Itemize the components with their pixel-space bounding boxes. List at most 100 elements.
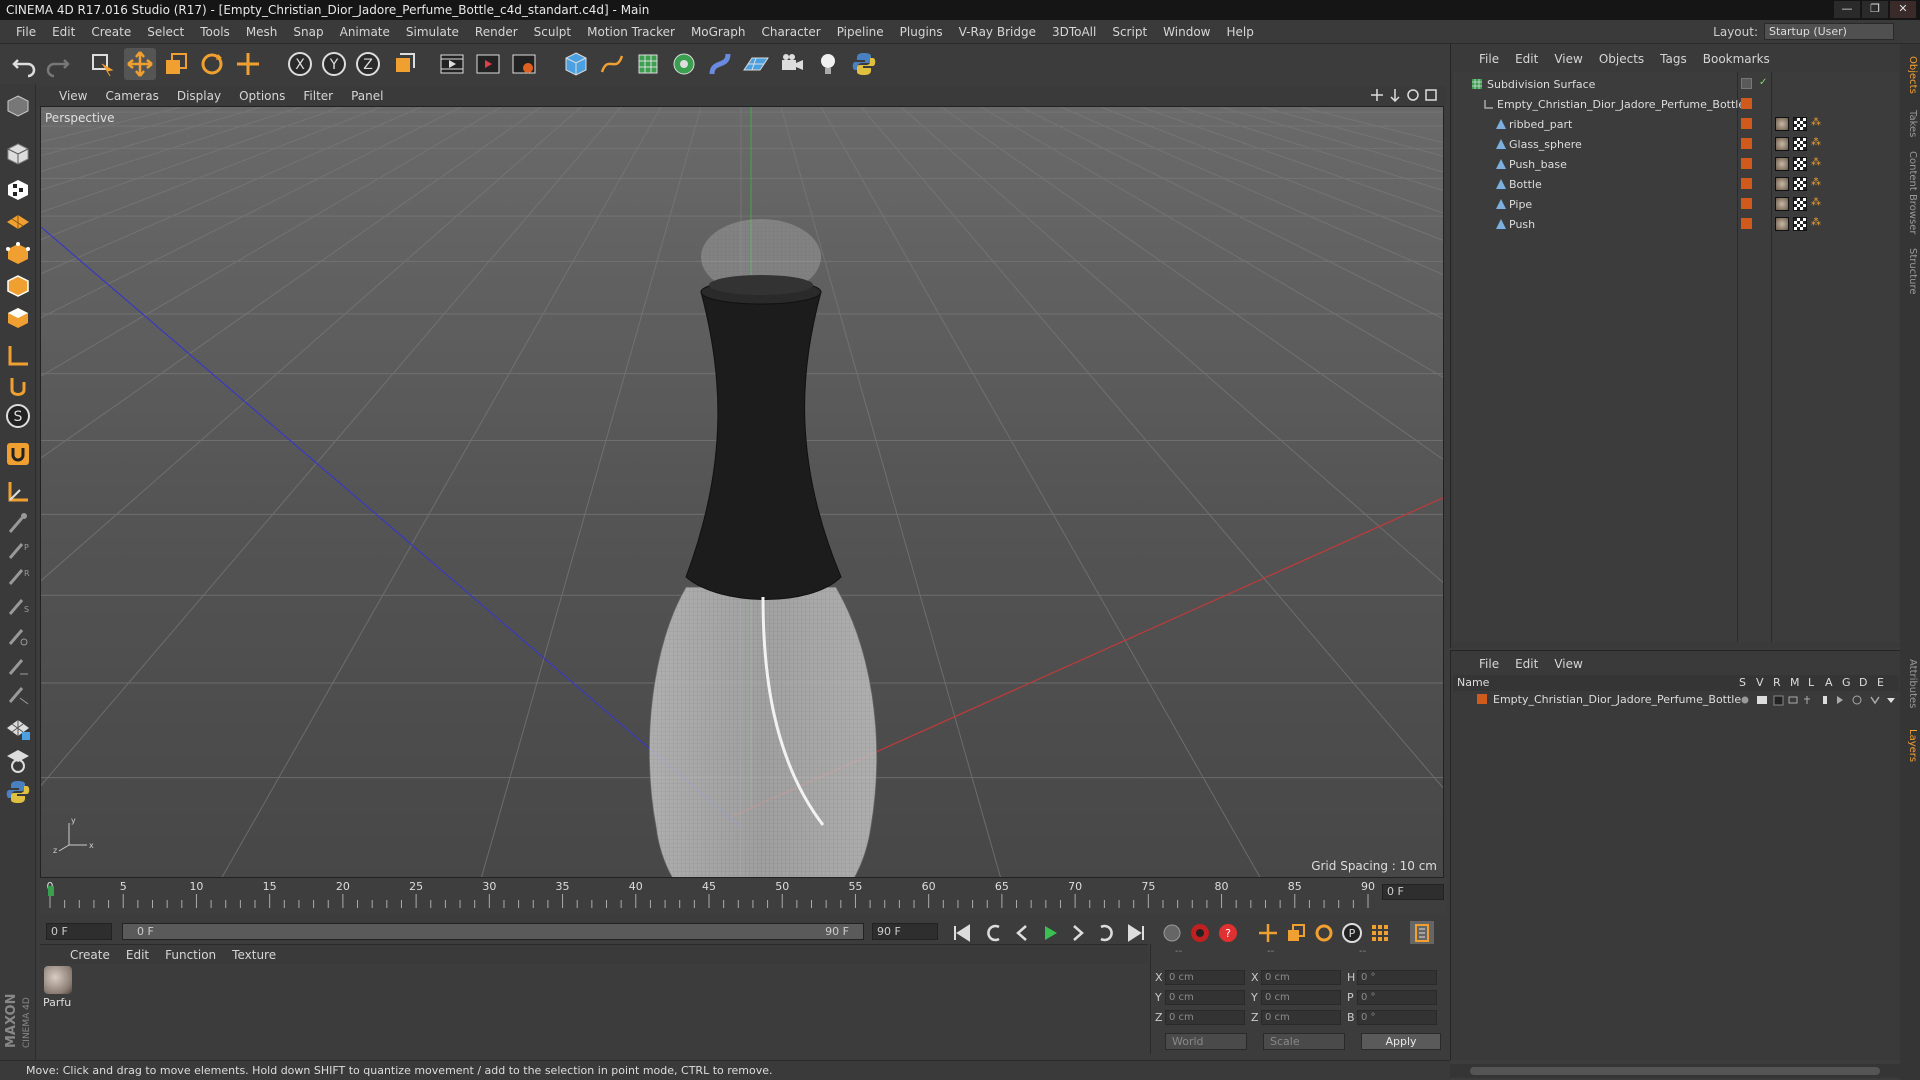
object-name[interactable]: Bottle [1509, 178, 1542, 191]
menu-tools[interactable]: Tools [192, 25, 238, 39]
close-button[interactable]: ✕ [1890, 1, 1916, 18]
render-view-icon[interactable] [436, 48, 468, 80]
layer-swatch[interactable] [1741, 98, 1752, 109]
object-menu-file[interactable]: File [1471, 52, 1507, 66]
polygons-mode-icon[interactable] [2, 302, 34, 334]
uvw-tag-icon[interactable] [1793, 137, 1807, 151]
menu-simulate[interactable]: Simulate [398, 25, 467, 39]
spline-pen-icon[interactable] [596, 48, 628, 80]
material-menu-create[interactable]: Create [62, 948, 118, 962]
uvw-tag-icon[interactable] [1793, 197, 1807, 211]
floor-environment-icon[interactable] [740, 48, 772, 80]
inflate-brush-icon[interactable] [2, 620, 34, 652]
material-menu-texture[interactable]: Texture [224, 948, 284, 962]
object-name[interactable]: ribbed_part [1509, 118, 1572, 131]
object-row-push[interactable]: Push ⁂ [1453, 214, 1899, 234]
pan-view-icon[interactable] [1370, 88, 1384, 102]
object-menu-bookmarks[interactable]: Bookmarks [1695, 52, 1778, 66]
size-z-field[interactable]: 0 cm [1261, 1009, 1341, 1025]
layer-swatch[interactable] [1741, 158, 1752, 169]
end-frame-field[interactable]: 90 F [872, 923, 938, 940]
layer-name[interactable]: Empty_Christian_Dior_Jadore_Perfume_Bott… [1493, 693, 1741, 706]
viewport-camera-label[interactable]: Perspective [45, 111, 115, 125]
current-frame-field[interactable]: 0 F [1382, 884, 1444, 900]
autokeying-icon[interactable] [1188, 921, 1212, 945]
magnet-icon[interactable] [2, 438, 34, 470]
layer-swatch[interactable] [1741, 118, 1752, 129]
object-name[interactable]: Push [1509, 218, 1535, 231]
material-menu-edit[interactable]: Edit [118, 948, 157, 962]
size-x-field[interactable]: 0 cm [1261, 969, 1341, 985]
object-row-subdivision-surface[interactable]: Subdivision Surface ✓ [1453, 74, 1899, 94]
grid-snap-icon[interactable] [2, 712, 34, 744]
layer-menu-edit[interactable]: Edit [1507, 657, 1546, 671]
rotation-b-field[interactable]: 0 ° [1357, 1009, 1437, 1025]
uvw-tag-icon[interactable] [1793, 177, 1807, 191]
render-to-picture-viewer-icon[interactable] [472, 48, 504, 80]
viewport-menu-cameras[interactable]: Cameras [96, 89, 167, 103]
object-row-ribbed-part[interactable]: ribbed_part ⁂ [1453, 114, 1899, 134]
menu-snap[interactable]: Snap [285, 25, 331, 39]
workplane-mode-icon[interactable] [2, 204, 34, 236]
axis-mode-icon[interactable] [2, 340, 34, 372]
size-y-field[interactable]: 0 cm [1261, 989, 1341, 1005]
object-menu-tags[interactable]: Tags [1652, 52, 1695, 66]
play-forward-icon[interactable] [1038, 921, 1062, 945]
object-row-bottle[interactable]: Bottle ⁂ [1453, 174, 1899, 194]
tab-layers[interactable]: Layers [1902, 724, 1918, 768]
object-row-glass-sphere[interactable]: Glass_sphere ⁂ [1453, 134, 1899, 154]
model-mode-icon[interactable] [2, 138, 34, 170]
make-editable-icon[interactable] [2, 90, 34, 122]
grab-brush-icon[interactable]: R [2, 560, 34, 592]
tab-structure[interactable]: Structure [1902, 244, 1918, 298]
maximize-button[interactable]: ❐ [1862, 1, 1888, 18]
menu-edit[interactable]: Edit [44, 25, 83, 39]
rotation-p-field[interactable]: 0 ° [1357, 989, 1437, 1005]
phong-tag-icon[interactable]: ⁂ [1811, 217, 1825, 231]
object-menu-view[interactable]: View [1546, 52, 1590, 66]
subdivision-surface-icon[interactable] [632, 48, 664, 80]
viewport-menu-panel[interactable]: Panel [342, 89, 392, 103]
menu-plugins[interactable]: Plugins [892, 25, 951, 39]
relax-brush-icon[interactable] [2, 678, 34, 710]
material-tag-icon[interactable] [1775, 117, 1789, 131]
dolly-view-icon[interactable] [1388, 88, 1402, 103]
size-mode-dropdown[interactable]: Scale [1263, 1033, 1345, 1050]
frame-range-slider[interactable]: 0 F 90 F [122, 923, 864, 940]
phong-tag-icon[interactable]: ⁂ [1811, 157, 1825, 171]
array-generator-icon[interactable] [668, 48, 700, 80]
material-tag-icon[interactable] [1775, 157, 1789, 171]
viewport-menu-filter[interactable]: Filter [294, 89, 342, 103]
phong-tag-icon[interactable]: ⁂ [1811, 197, 1825, 211]
camera-icon[interactable] [776, 48, 808, 80]
tab-content-browser[interactable]: Content Browser [1902, 148, 1918, 238]
menu-mesh[interactable]: Mesh [238, 25, 286, 39]
menu-window[interactable]: Window [1155, 25, 1218, 39]
layer-flag-icons[interactable] [1737, 693, 1897, 707]
viewport-menu-display[interactable]: Display [168, 89, 230, 103]
light-icon[interactable] [812, 48, 844, 80]
timeline-ruler[interactable]: 051015202530354045505560657075808590 0 F [40, 878, 1446, 914]
material-name-label[interactable]: Parfu [43, 996, 71, 1009]
menu-render[interactable]: Render [467, 25, 526, 39]
layout-dropdown[interactable]: Startup (User) [1764, 23, 1894, 40]
undo-icon[interactable] [8, 48, 40, 80]
layer-color-swatch[interactable] [1477, 694, 1487, 704]
scale-key-icon[interactable] [1284, 921, 1308, 945]
tab-takes[interactable]: Takes [1902, 106, 1918, 142]
object-name[interactable]: Glass_sphere [1509, 138, 1582, 151]
coordinate-mode-dropdown[interactable]: World [1165, 1033, 1247, 1050]
material-menu-function[interactable]: Function [157, 948, 224, 962]
rotation-key-icon[interactable] [1312, 921, 1336, 945]
pull-brush-icon[interactable]: S [2, 590, 34, 622]
position-z-field[interactable]: 0 cm [1165, 1009, 1245, 1025]
viewport-menu-view[interactable]: View [50, 89, 96, 103]
scrollbar-thumb[interactable] [1470, 1067, 1880, 1075]
menu-select[interactable]: Select [139, 25, 192, 39]
perspective-viewport[interactable]: y x z Perspective Grid Spacing : 10 cm [40, 106, 1444, 878]
phong-tag-icon[interactable]: ⁂ [1811, 117, 1825, 131]
move-tool-icon[interactable] [124, 48, 156, 80]
material-tag-icon[interactable] [1775, 177, 1789, 191]
enabled-check-icon[interactable]: ✓ [1759, 77, 1767, 88]
next-frame-icon[interactable] [1066, 921, 1090, 945]
